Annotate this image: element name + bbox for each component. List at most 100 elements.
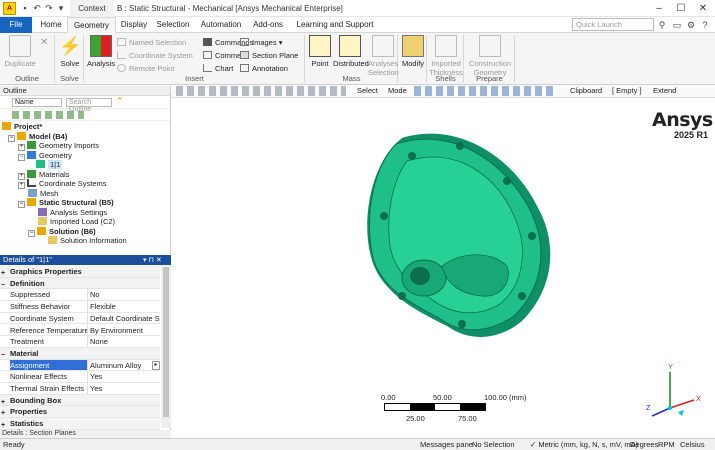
tab-automation[interactable]: Automation xyxy=(197,17,245,33)
details-row[interactable]: + Properties xyxy=(0,406,160,419)
tab-geometry[interactable]: Geometry xyxy=(67,17,116,34)
annotation-button[interactable]: Annotation xyxy=(240,63,288,74)
save-icon[interactable]: ▪ xyxy=(20,3,30,13)
messages-pane-button[interactable]: Messages pane xyxy=(420,439,473,450)
construction-geometry-button[interactable]: Construction Geometry xyxy=(467,35,513,77)
tab-selection[interactable]: Selection xyxy=(153,17,193,33)
tree-geometry-imports[interactable]: + Geometry Imports xyxy=(2,141,168,151)
modify-button[interactable]: Modify xyxy=(400,35,426,68)
rpm-status[interactable]: RPM xyxy=(658,439,675,450)
details-row[interactable]: Treatment None xyxy=(0,336,160,348)
settings-icon[interactable]: ⚙ xyxy=(686,20,696,30)
tree-static-structural[interactable]: − Static Structural (B5) xyxy=(2,198,168,208)
details-row[interactable]: Coordinate System Default Coordinate S... xyxy=(0,312,160,325)
outline-search-input[interactable]: Search Outline xyxy=(66,98,112,113)
details-footer[interactable]: Details : Section Planes xyxy=(0,430,171,438)
details-row[interactable]: − Definition xyxy=(0,277,160,290)
tree-analysis-settings[interactable]: Analysis Settings xyxy=(2,207,168,218)
redo-icon[interactable]: ↷ xyxy=(44,3,54,13)
help-icon[interactable]: ? xyxy=(700,20,710,30)
details-value[interactable]: Yes xyxy=(90,371,160,382)
collapse-icon[interactable]: − xyxy=(18,201,25,208)
tree-imported-load[interactable]: Imported Load (C2) xyxy=(2,217,168,227)
tab-home[interactable]: Home xyxy=(36,17,66,33)
part-model[interactable] xyxy=(362,126,562,346)
details-row[interactable]: Assignment Aluminum Alloy ▸ xyxy=(0,359,160,372)
expand-icon[interactable]: + xyxy=(18,144,25,151)
tree-solution[interactable]: − Solution (B6) xyxy=(2,226,168,237)
imported-thickness-button[interactable]: Imported Thickness xyxy=(429,35,463,77)
point-mass-button[interactable]: Point xyxy=(308,35,332,68)
celsius-status[interactable]: Celsius xyxy=(680,439,705,450)
details-value[interactable]: Yes xyxy=(90,383,160,394)
undo-icon[interactable]: ↶ xyxy=(32,3,42,13)
quick-access-menu-icon[interactable]: ▾ xyxy=(56,3,66,13)
minimize-button[interactable]: – xyxy=(648,0,670,17)
section-plane-button[interactable]: Section Plane xyxy=(240,50,298,61)
tree-project[interactable]: Project* xyxy=(2,122,168,132)
details-row[interactable]: Suppressed No xyxy=(0,289,160,302)
tab-learning-and-support[interactable]: Learning and Support xyxy=(294,17,376,33)
search-options-icon[interactable]: ⌃ xyxy=(116,96,124,107)
details-row[interactable]: Thermal Strain Effects Yes xyxy=(0,383,160,395)
details-value[interactable]: No xyxy=(90,289,160,300)
images-button[interactable]: Images ▾ xyxy=(240,37,282,48)
details-row[interactable]: + Bounding Box xyxy=(0,394,160,407)
delete-icon[interactable]: ✕ xyxy=(40,37,48,48)
tree-materials[interactable]: + Materials xyxy=(2,169,168,180)
analysis-button[interactable]: Analysis xyxy=(87,35,115,68)
graphics-viewport[interactable]: Ansys 2025 R1 0.00 50.00 100.00 (mm) 25.… xyxy=(172,98,715,438)
remote-point-button[interactable]: Remote Point xyxy=(117,63,174,74)
scrollbar-thumb[interactable] xyxy=(163,267,169,417)
details-value[interactable]: Flexible xyxy=(90,301,160,312)
details-row[interactable]: Reference Temperature By Environment xyxy=(0,324,160,337)
close-button[interactable]: ✕ xyxy=(692,0,714,17)
details-row[interactable]: + Statistics xyxy=(0,418,160,430)
named-selection-button[interactable]: Named Selection xyxy=(117,37,186,48)
extend-dropdown[interactable]: Extend xyxy=(653,86,676,95)
tab-display[interactable]: Display xyxy=(118,17,150,33)
assignment-dropdown-icon[interactable]: ▸ xyxy=(152,360,160,370)
selection-filter-icons[interactable] xyxy=(414,86,554,96)
pin-icon[interactable]: ▾ ⊓ ✕ xyxy=(143,256,162,264)
collapse-icon[interactable]: − xyxy=(8,134,15,142)
name-filter-dropdown[interactable]: Name xyxy=(12,98,62,107)
view-tool-icons[interactable] xyxy=(176,86,346,96)
clipboard-dropdown[interactable]: Clipboard xyxy=(570,86,602,95)
collapse-icon[interactable]: − xyxy=(28,229,35,237)
coordinate-system-button[interactable]: Coordinate System xyxy=(117,50,193,61)
details-value[interactable]: By Environment xyxy=(90,325,160,336)
details-row[interactable]: Nonlinear Effects Yes xyxy=(0,371,160,383)
tab-file[interactable]: File xyxy=(0,17,32,33)
notification-icon[interactable]: ▭ xyxy=(672,20,682,30)
tree-geometry[interactable]: − Geometry xyxy=(2,150,168,161)
details-row[interactable]: Stiffness Behavior Flexible xyxy=(0,301,160,313)
details-value[interactable]: Aluminum Alloy xyxy=(90,360,160,371)
analyses-selection-button[interactable]: Analyses Selection xyxy=(368,35,399,77)
solve-button[interactable]: ⚡ Solve xyxy=(58,35,82,68)
tree-model[interactable]: − Model (B4) xyxy=(2,131,168,142)
expand-icon[interactable]: + xyxy=(18,182,25,189)
tree-solution-information[interactable]: Solution Information xyxy=(2,236,168,246)
duplicate-button[interactable]: Duplicate xyxy=(4,35,36,68)
tree-coordinate-systems[interactable]: + Coordinate Systems xyxy=(2,179,168,189)
mode-dropdown[interactable]: Mode xyxy=(388,86,407,95)
tab-add-ons[interactable]: Add-ons xyxy=(250,17,286,33)
tree-mesh[interactable]: Mesh xyxy=(2,188,168,199)
select-button[interactable]: Select xyxy=(357,86,378,95)
degrees-status[interactable]: Degrees xyxy=(630,439,658,450)
chart-button[interactable]: Chart xyxy=(203,63,233,74)
maximize-button[interactable]: ☐ xyxy=(670,0,692,17)
tree-body[interactable]: 1|1 xyxy=(2,160,168,170)
details-scrollbar[interactable] xyxy=(161,265,171,428)
outline-tool-icons[interactable] xyxy=(12,111,84,119)
context-tab[interactable]: Context xyxy=(70,0,114,17)
app-icon[interactable]: A xyxy=(3,2,16,15)
search-icon[interactable]: ⚲ xyxy=(657,20,667,30)
details-row[interactable]: − Material xyxy=(0,347,160,360)
details-value[interactable]: Default Coordinate S... xyxy=(90,313,160,324)
details-value[interactable]: None xyxy=(90,336,160,347)
collapse-icon[interactable]: − xyxy=(18,153,25,161)
quick-launch-input[interactable]: Quick Launch xyxy=(572,18,654,31)
details-row[interactable]: + Graphics Properties xyxy=(0,266,160,278)
